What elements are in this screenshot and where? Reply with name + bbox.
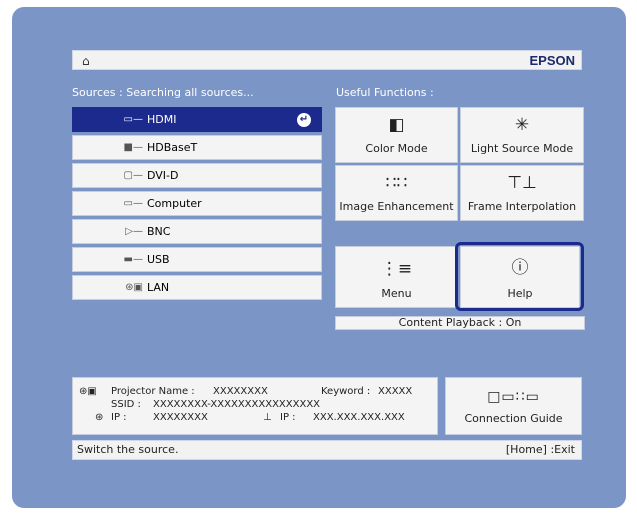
focus-highlight bbox=[455, 242, 584, 311]
enter-icon: ↵ bbox=[297, 113, 311, 127]
light-source-mode-button[interactable]: ✳ Light Source Mode bbox=[460, 107, 584, 163]
wireless-ip-value: XXXXXXXX bbox=[153, 412, 208, 423]
light-source-icon: ✳ bbox=[514, 115, 530, 135]
source-item-lan[interactable]: ⊛▣ LAN bbox=[72, 275, 322, 300]
source-list: ▭— HDMI ↵ ■— HDBaseT ▢— DVI-D ▭— Compute… bbox=[72, 107, 322, 303]
ssid-label: SSID : bbox=[111, 399, 141, 410]
dvi-cable-icon: ▢— bbox=[123, 170, 143, 181]
lan-icon: ⊛▣ bbox=[79, 386, 97, 397]
status-hint: Switch the source. bbox=[77, 443, 179, 456]
source-label: DVI-D bbox=[147, 169, 179, 182]
frame-interpolation-button[interactable]: ⊤⊥ Frame Interpolation bbox=[460, 165, 584, 221]
source-item-computer[interactable]: ▭— Computer bbox=[72, 191, 322, 216]
content-playback-status: Content Playback : On bbox=[335, 316, 585, 330]
wired-ip-value: XXX.XXX.XXX.XXX bbox=[313, 412, 405, 423]
source-item-hdbaset[interactable]: ■— HDBaseT bbox=[72, 135, 322, 160]
tile-label: Menu bbox=[381, 287, 412, 300]
source-item-hdmi[interactable]: ▭— HDMI ↵ bbox=[72, 107, 322, 132]
source-label: LAN bbox=[147, 281, 170, 294]
source-label: USB bbox=[147, 253, 170, 266]
lan-icon: ⊛▣ bbox=[125, 282, 143, 293]
brand-logo: EPSON bbox=[529, 53, 575, 68]
connection-guide-icon: □▭∷▭ bbox=[487, 389, 540, 405]
home-icon[interactable]: ⌂ bbox=[82, 54, 90, 68]
wired-ip-label: IP : bbox=[280, 412, 296, 423]
status-bar: Switch the source. [Home] :Exit bbox=[72, 440, 582, 460]
vga-cable-icon: ▭— bbox=[123, 198, 143, 209]
tile-label: Color Mode bbox=[365, 142, 428, 155]
source-item-usb[interactable]: ▬— USB bbox=[72, 247, 322, 272]
sources-heading: Sources : Searching all sources... bbox=[72, 86, 254, 99]
source-label: HDBaseT bbox=[147, 141, 198, 154]
color-mode-icon: ◧ bbox=[388, 115, 405, 135]
source-label: Computer bbox=[147, 197, 202, 210]
image-enhancement-icon: ∷∷ bbox=[385, 173, 408, 193]
functions-heading: Useful Functions : bbox=[336, 86, 434, 99]
source-label: HDMI bbox=[147, 113, 177, 126]
wired-lan-icon: ⊥ bbox=[263, 412, 272, 423]
connection-guide-button[interactable]: □▭∷▭ Connection Guide bbox=[445, 377, 582, 435]
image-enhancement-button[interactable]: ∷∷ Image Enhancement bbox=[335, 165, 458, 221]
menu-icon: ⋮≡ bbox=[380, 259, 413, 279]
keyword-label: Keyword : bbox=[321, 386, 371, 397]
hdmi-cable-icon: ▭— bbox=[123, 114, 143, 125]
top-bar: ⌂ EPSON bbox=[72, 50, 582, 70]
frame-interpolation-icon: ⊤⊥ bbox=[507, 173, 537, 193]
tile-label: Light Source Mode bbox=[470, 142, 574, 155]
ssid-value: XXXXXXXX-XXXXXXXXXXXXXXXX bbox=[153, 399, 321, 410]
network-info-panel: ⊛▣ Projector Name : XXXXXXXX Keyword : X… bbox=[72, 377, 438, 435]
source-item-bnc[interactable]: ▷— BNC bbox=[72, 219, 322, 244]
color-mode-button[interactable]: ◧ Color Mode bbox=[335, 107, 458, 163]
bnc-cable-icon: ▷— bbox=[125, 226, 143, 237]
projector-name-label: Projector Name : bbox=[111, 386, 195, 397]
menu-button[interactable]: ⋮≡ Menu bbox=[335, 246, 458, 308]
exit-hint: [Home] :Exit bbox=[505, 443, 575, 456]
source-item-dvi-d[interactable]: ▢— DVI-D bbox=[72, 163, 322, 188]
wireless-ip-label: IP : bbox=[111, 412, 127, 423]
usb-cable-icon: ▬— bbox=[123, 254, 143, 265]
hdbaset-cable-icon: ■— bbox=[123, 142, 143, 153]
keyword-value: XXXXX bbox=[378, 386, 413, 397]
source-label: BNC bbox=[147, 225, 171, 238]
projector-name-value: XXXXXXXX bbox=[213, 386, 268, 397]
tile-label: Frame Interpolation bbox=[467, 200, 577, 213]
connection-guide-label: Connection Guide bbox=[464, 412, 563, 425]
wireless-icon: ⊛ bbox=[95, 412, 104, 423]
tile-label: Image Enhancement bbox=[339, 200, 454, 213]
